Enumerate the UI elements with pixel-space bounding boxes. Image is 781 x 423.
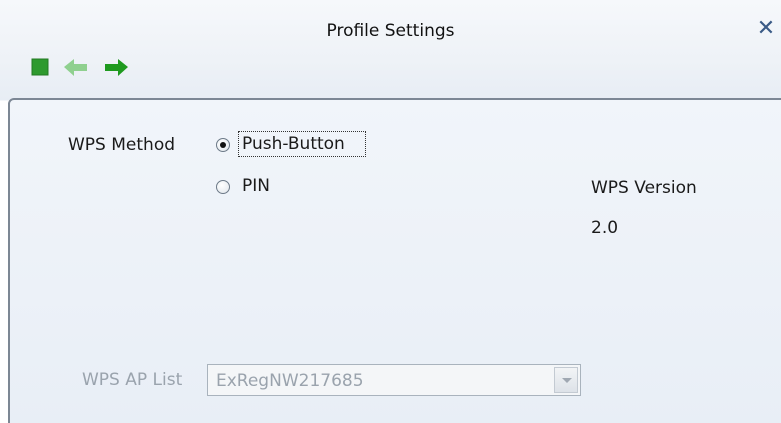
- stop-icon: [31, 58, 49, 76]
- wps-ap-list-value: ExRegNW217685: [216, 371, 364, 391]
- radio-selected-dot: [220, 142, 226, 148]
- forward-button[interactable]: [100, 55, 132, 81]
- pin-label[interactable]: PIN: [242, 175, 270, 197]
- window-title: Profile Settings: [326, 21, 455, 41]
- back-button[interactable]: [60, 55, 92, 81]
- back-arrow-icon: [64, 59, 87, 76]
- wps-version-label: WPS Version: [591, 178, 697, 198]
- close-icon[interactable]: ✕: [755, 16, 777, 42]
- pin-radio[interactable]: [216, 180, 230, 194]
- forward-arrow-icon: [105, 59, 128, 76]
- dropdown-button[interactable]: [554, 367, 578, 393]
- wps-ap-list-dropdown[interactable]: ExRegNW217685: [207, 364, 581, 396]
- chevron-down-icon: [562, 378, 572, 383]
- wps-method-label: WPS Method: [68, 135, 176, 155]
- stop-button[interactable]: [26, 55, 58, 81]
- wps-ap-list-label: WPS AP List: [82, 370, 183, 390]
- push-button-radio[interactable]: [216, 138, 230, 152]
- profile-settings-window: Profile Settings ✕ WPS Method Push-Butto…: [0, 0, 781, 423]
- wps-version-value: 2.0: [591, 218, 619, 238]
- push-button-label[interactable]: Push-Button: [242, 133, 345, 155]
